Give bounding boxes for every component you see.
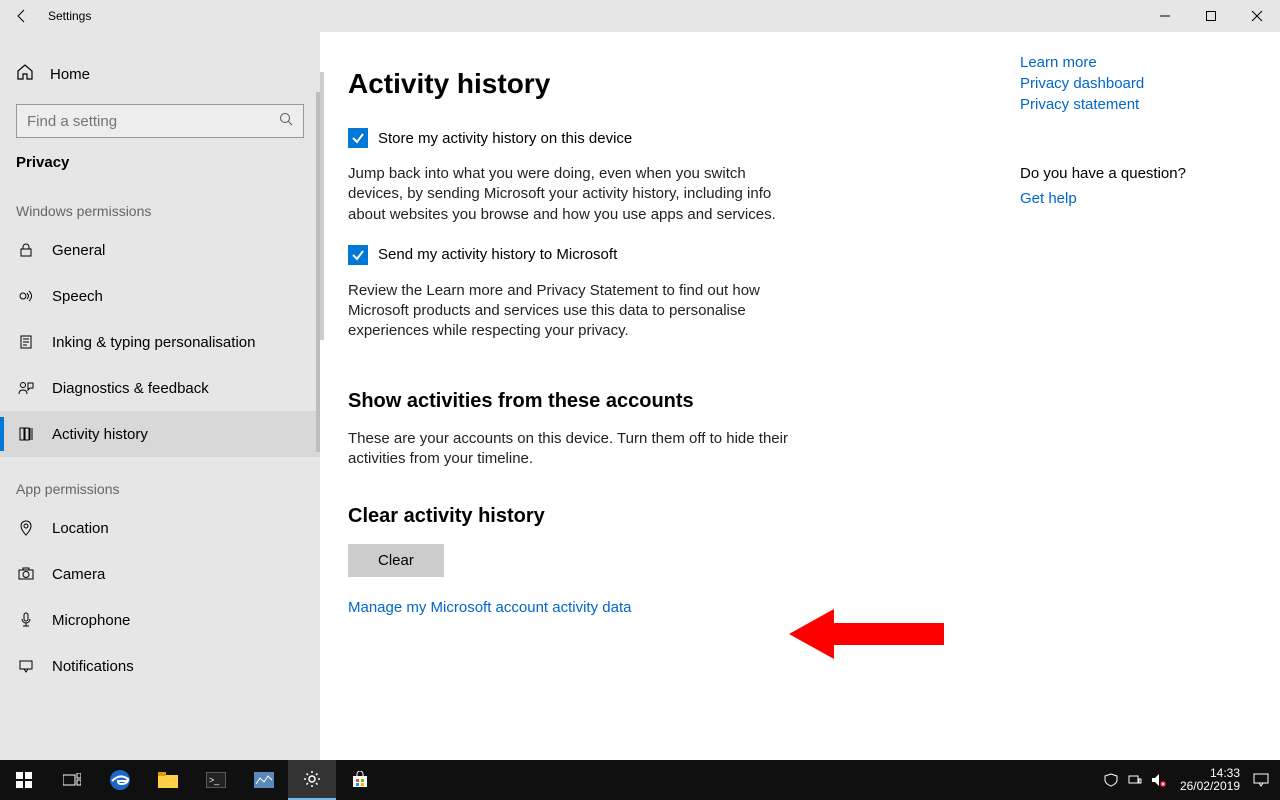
- sidebar-item-label: Speech: [52, 288, 103, 305]
- question-heading: Do you have a question?: [1020, 165, 1256, 182]
- sidebar-item-label: Microphone: [52, 612, 130, 629]
- checkbox-label: Store my activity history on this device: [378, 130, 632, 147]
- sidebar-scrollbar[interactable]: [316, 92, 320, 452]
- clear-button[interactable]: Clear: [348, 544, 444, 577]
- checkbox-icon: [348, 128, 368, 148]
- location-icon: [16, 520, 36, 536]
- taskbar-app-terminal[interactable]: >_: [192, 760, 240, 800]
- sidebar-home-label: Home: [50, 66, 90, 83]
- clear-heading: Clear activity history: [348, 505, 996, 528]
- clipboard-icon: [16, 334, 36, 350]
- checkbox-icon: [348, 245, 368, 265]
- maximize-button[interactable]: [1188, 0, 1234, 32]
- sidebar-item-microphone[interactable]: Microphone: [0, 597, 320, 643]
- window-title: Settings: [48, 9, 91, 23]
- search-icon: [279, 112, 293, 131]
- link-get-help[interactable]: Get help: [1020, 190, 1256, 207]
- clock-date: 26/02/2019: [1180, 780, 1240, 793]
- sidebar-item-notifications[interactable]: Notifications: [0, 643, 320, 689]
- accounts-heading: Show activities from these accounts: [348, 390, 996, 413]
- tray-volume-icon[interactable]: [1150, 771, 1168, 789]
- sidebar-item-general[interactable]: General: [0, 227, 320, 273]
- start-button[interactable]: [0, 760, 48, 800]
- taskbar-app-settings[interactable]: [288, 760, 336, 800]
- taskbar-app-store[interactable]: [336, 760, 384, 800]
- sidebar: Home Privacy Windows permissions General…: [0, 32, 320, 760]
- history-icon: [16, 426, 36, 442]
- tray-security-icon[interactable]: [1102, 771, 1120, 789]
- lock-icon: [16, 242, 36, 258]
- annotation-arrow-icon: [789, 609, 949, 664]
- checkbox-store-history[interactable]: Store my activity history on this device: [348, 128, 996, 148]
- sidebar-item-label: Diagnostics & feedback: [52, 380, 209, 397]
- sidebar-item-activity-history[interactable]: Activity history: [0, 411, 320, 457]
- notifications-icon: [16, 658, 36, 674]
- search-field[interactable]: [27, 113, 277, 130]
- svg-text:>_: >_: [209, 775, 220, 785]
- sidebar-item-camera[interactable]: Camera: [0, 551, 320, 597]
- microphone-icon: [16, 612, 36, 628]
- tray-network-icon[interactable]: [1126, 771, 1144, 789]
- task-view-button[interactable]: [48, 760, 96, 800]
- link-learn-more[interactable]: Learn more: [1020, 54, 1256, 71]
- sidebar-item-speech[interactable]: Speech: [0, 273, 320, 319]
- sidebar-item-inking[interactable]: Inking & typing personalisation: [0, 319, 320, 365]
- paragraph-send: Review the Learn more and Privacy Statem…: [348, 281, 788, 342]
- right-panel: Learn more Privacy dashboard Privacy sta…: [1020, 32, 1280, 760]
- action-center-icon[interactable]: [1252, 771, 1270, 789]
- sidebar-item-label: Location: [52, 520, 109, 537]
- taskbar: >_ 14:33 26/02/2019: [0, 760, 1280, 800]
- minimize-button[interactable]: [1142, 0, 1188, 32]
- search-input[interactable]: [16, 104, 304, 138]
- sidebar-item-label: General: [52, 242, 105, 259]
- home-icon: [16, 63, 34, 85]
- titlebar: Settings: [0, 0, 1280, 32]
- sidebar-item-label: Notifications: [52, 658, 134, 675]
- link-privacy-statement[interactable]: Privacy statement: [1020, 96, 1256, 113]
- checkbox-send-history[interactable]: Send my activity history to Microsoft: [348, 245, 996, 265]
- content-area: Activity history Store my activity histo…: [324, 32, 1020, 760]
- sidebar-item-diagnostics[interactable]: Diagnostics & feedback: [0, 365, 320, 411]
- sidebar-item-label: Camera: [52, 566, 105, 583]
- sidebar-home[interactable]: Home: [0, 52, 320, 96]
- sidebar-group-windows-permissions: Windows permissions: [0, 179, 320, 227]
- sidebar-item-location[interactable]: Location: [0, 505, 320, 551]
- sidebar-group-app-permissions: App permissions: [0, 457, 320, 505]
- link-privacy-dashboard[interactable]: Privacy dashboard: [1020, 75, 1256, 92]
- feedback-icon: [16, 380, 36, 396]
- sidebar-item-label: Inking & typing personalisation: [52, 334, 255, 351]
- taskbar-app-explorer[interactable]: [144, 760, 192, 800]
- taskbar-app-monitor[interactable]: [240, 760, 288, 800]
- sidebar-category: Privacy: [0, 138, 320, 179]
- camera-icon: [16, 566, 36, 582]
- taskbar-app-edge[interactable]: [96, 760, 144, 800]
- sidebar-item-label: Activity history: [52, 426, 148, 443]
- accounts-paragraph: These are your accounts on this device. …: [348, 429, 788, 470]
- paragraph-store: Jump back into what you were doing, even…: [348, 164, 788, 225]
- back-button[interactable]: [0, 0, 44, 32]
- close-button[interactable]: [1234, 0, 1280, 32]
- checkbox-label: Send my activity history to Microsoft: [378, 246, 617, 263]
- taskbar-clock[interactable]: 14:33 26/02/2019: [1174, 767, 1246, 793]
- page-title: Activity history: [348, 68, 996, 100]
- speech-icon: [16, 288, 36, 304]
